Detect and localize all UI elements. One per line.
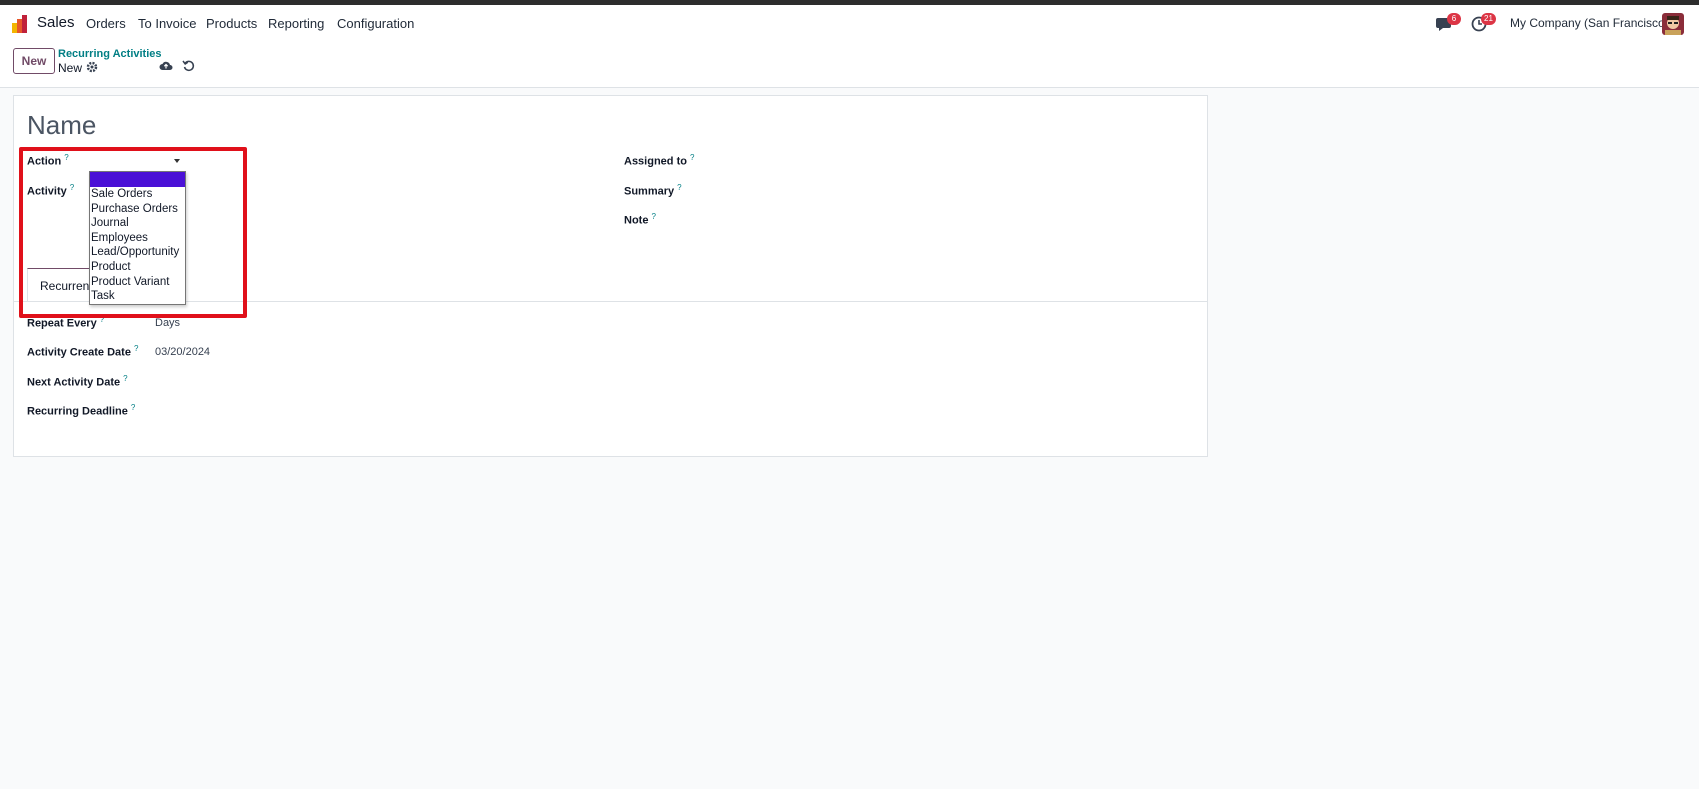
dropdown-option-product-variant[interactable]: Product Variant [90, 275, 185, 290]
note-label: Note? [624, 212, 656, 227]
sales-app-logo-icon[interactable] [12, 15, 30, 33]
help-icon[interactable]: ? [651, 212, 655, 221]
help-icon[interactable]: ? [134, 344, 138, 353]
form-sheet: Name Action? Activity? Assigned to? Summ… [13, 95, 1208, 457]
dropdown-option-journal[interactable]: Journal [90, 216, 185, 231]
summary-label: Summary? [624, 183, 682, 198]
breadcrumb-recurring-activities[interactable]: Recurring Activities [58, 48, 162, 60]
help-icon[interactable]: ? [123, 374, 127, 383]
dropdown-option-task[interactable]: Task [90, 289, 185, 304]
dropdown-option-product[interactable]: Product [90, 260, 185, 275]
recurring-deadline-label: Recurring Deadline? [27, 403, 136, 418]
app-name[interactable]: Sales [37, 14, 75, 31]
dropdown-option-empty[interactable] [90, 172, 185, 187]
activity-label: Activity? [27, 183, 75, 198]
menu-orders[interactable]: Orders [86, 16, 126, 31]
new-button[interactable]: New [13, 48, 55, 74]
menu-products[interactable]: Products [206, 16, 257, 31]
next-activity-date-label: Next Activity Date? [27, 374, 128, 389]
save-cloud-icon[interactable] [159, 59, 173, 73]
dropdown-option-sale-orders[interactable]: Sale Orders [90, 187, 185, 202]
help-icon[interactable]: ? [131, 403, 135, 412]
repeat-every-unit[interactable]: Days [155, 317, 180, 329]
activities-badge: 21 [1481, 13, 1496, 25]
messages-badge: 6 [1447, 13, 1461, 25]
activity-create-date-field[interactable]: 03/20/2024 [155, 346, 210, 358]
top-navbar: Sales Orders To Invoice Products Reporti… [0, 5, 1699, 41]
dropdown-option-employees[interactable]: Employees [90, 231, 185, 246]
menu-configuration[interactable]: Configuration [337, 16, 414, 31]
discard-undo-icon[interactable] [182, 59, 195, 72]
breadcrumb-current: New [58, 61, 83, 75]
action-select-dropdown[interactable]: Sale Orders Purchase Orders Journal Empl… [89, 171, 186, 305]
help-icon[interactable]: ? [70, 183, 74, 192]
notebook-divider [14, 301, 1207, 302]
gear-icon[interactable] [86, 61, 98, 73]
assigned-to-label: Assigned to? [624, 153, 695, 168]
chevron-down-icon[interactable] [174, 159, 180, 163]
action-label: Action? [27, 153, 69, 168]
help-icon[interactable]: ? [100, 315, 104, 324]
help-icon[interactable]: ? [690, 153, 694, 162]
help-icon[interactable]: ? [64, 153, 68, 162]
help-icon[interactable]: ? [677, 183, 681, 192]
menu-to-invoice[interactable]: To Invoice [138, 16, 197, 31]
user-avatar[interactable] [1662, 13, 1684, 35]
menu-reporting[interactable]: Reporting [268, 16, 324, 31]
dropdown-option-lead-opportunity[interactable]: Lead/Opportunity [90, 245, 185, 260]
company-switcher[interactable]: My Company (San Francisco) [1510, 16, 1669, 30]
activity-create-date-label: Activity Create Date? [27, 344, 139, 359]
control-panel: New Recurring Activities New [0, 41, 1699, 88]
name-title-field[interactable]: Name [27, 110, 96, 141]
dropdown-option-purchase-orders[interactable]: Purchase Orders [90, 202, 185, 217]
repeat-every-label: Repeat Every? [27, 315, 105, 330]
